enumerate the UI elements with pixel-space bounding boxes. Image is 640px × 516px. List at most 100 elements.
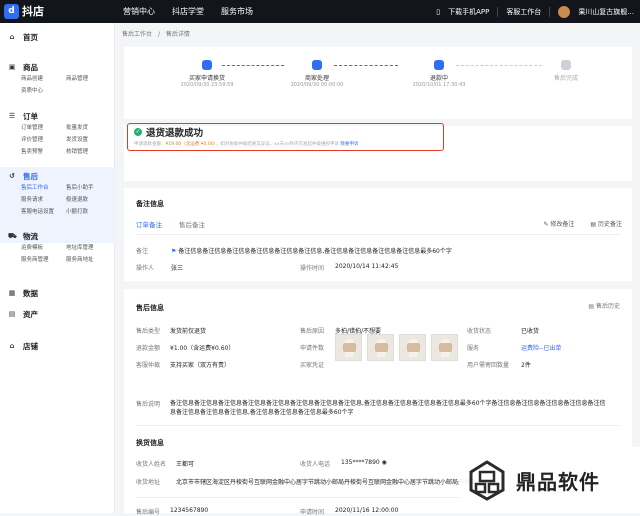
- refund-amount: ¥19.00（含运费 ¥0.00）: [165, 142, 216, 147]
- proof-image[interactable]: [431, 334, 458, 361]
- logo[interactable]: d 抖店: [4, 3, 44, 19]
- nav-marketing[interactable]: 营销中心: [123, 6, 155, 17]
- sidebar-item-label: 店铺: [23, 341, 38, 351]
- step-title: 买家申请换货: [188, 75, 225, 82]
- refund-icon: [434, 60, 444, 70]
- sidebar-item-phone-settings[interactable]: 客服电话设置: [21, 207, 66, 215]
- sidebar-group-goods: ▣ 商品 商品创建 商品管理 资质中心: [0, 60, 121, 95]
- refund-label: 申请退款金额：: [134, 142, 166, 147]
- sidebar-item-sale-alert[interactable]: 售卖预警: [21, 147, 66, 155]
- chart-icon: ▦: [8, 289, 16, 297]
- step-title: 售后完成: [553, 75, 578, 82]
- sidebar-item-address-library[interactable]: 地址库管理: [66, 243, 121, 251]
- proof-image[interactable]: [399, 334, 426, 361]
- sidebar-assets[interactable]: ▤ 资产: [0, 307, 38, 321]
- sidebar-head-logistics[interactable]: ⛟ 物流: [8, 229, 121, 243]
- section-divider: [136, 425, 620, 426]
- sidebar-group-logistics: ⛟ 物流 运费模板 地址库管理 服务商管理 服务商地址: [0, 229, 121, 264]
- proof-label: 买家凭证: [300, 362, 325, 369]
- sidebar-item-verify[interactable]: 核销管理: [66, 147, 121, 155]
- notes-actions: ✎ 修改备注 ▤ 历史备注: [543, 219, 622, 228]
- avatar[interactable]: [558, 5, 571, 18]
- step-done: 售后完成: [521, 60, 611, 82]
- sidebar-item-aftersale-helper[interactable]: 售后小助手: [66, 183, 121, 191]
- breadcrumb: 售后工作台 / 售后详情: [122, 29, 190, 38]
- sidebar-item-provider-manage[interactable]: 服务商管理: [21, 255, 66, 263]
- sidebar-item-service-request[interactable]: 服务请求: [21, 195, 66, 203]
- divider: [497, 6, 499, 17]
- sidebar-head-goods[interactable]: ▣ 商品: [8, 60, 121, 74]
- remark-value: ⚑ 备注信息备注信息备注信息备注信息备注信息备注信息,备注信息备注信息备注信息备…: [171, 246, 452, 255]
- user-icon: [202, 60, 212, 70]
- truck-icon: ⛟: [8, 232, 17, 240]
- step-title: 商家处理: [304, 75, 329, 82]
- sidebar-item-fast-refund[interactable]: 极速退款: [66, 195, 121, 203]
- receive-value: 已收货: [521, 328, 540, 335]
- status-card: ✓ 退货退款成功 申请退款金额：¥19.00（含运费 ¥0.00），如对协助仲裁结…: [124, 123, 632, 181]
- nav-market[interactable]: 服务市场: [221, 6, 253, 17]
- aftersale-history-button[interactable]: ▤ 售后历史: [588, 301, 620, 310]
- arbitration-label: 客服仲裁: [136, 362, 161, 369]
- sidebar-item-goods-manage[interactable]: 商品管理: [66, 74, 121, 82]
- eye-icon[interactable]: ◉: [382, 459, 387, 466]
- breadcrumb-parent[interactable]: 售后工作台: [122, 31, 152, 38]
- step-date: 2020/10/01 17:30:43: [412, 82, 466, 88]
- sidebar-item-freight-template[interactable]: 运费模板: [21, 243, 66, 251]
- optime-value: 2020/10/14 11:42:45: [335, 263, 399, 270]
- sidebar-item-review[interactable]: 评价管理: [21, 135, 66, 143]
- wallet-icon: ▤: [8, 310, 16, 318]
- check-circle-icon: ✓: [134, 128, 142, 136]
- sidebar-item-small-payment[interactable]: 小额打款: [66, 207, 121, 215]
- home-icon: ⌂: [9, 33, 15, 41]
- sidebar-item-order-manage[interactable]: 订单管理: [21, 123, 66, 131]
- sidebar-item-qualification[interactable]: 资质中心: [21, 86, 66, 94]
- status-title: ✓ 退货退款成功: [134, 125, 203, 139]
- sidebar-data[interactable]: ▦ 数据: [0, 286, 38, 300]
- proof-image[interactable]: [367, 334, 394, 361]
- sidebar-home[interactable]: ⌂ 首页: [0, 30, 38, 44]
- sidebar-item-label: 数据: [23, 288, 38, 298]
- apply-time-label: 申请时间: [300, 509, 325, 516]
- sidebar-item-ship-settings[interactable]: 发货设置: [66, 135, 121, 143]
- tab-aftersale-notes[interactable]: 售后备注: [179, 219, 205, 235]
- operator-value: 张三: [171, 265, 184, 272]
- main-content: 售后工作台 / 售后详情 买家申请换货 2020/09/30 23:59:59 商…: [115, 23, 640, 516]
- count-label: 申请件数: [300, 345, 325, 352]
- amount-value: ¥1.00（含运费¥0.60）: [170, 345, 235, 352]
- nav-academy[interactable]: 抖店学堂: [172, 6, 204, 17]
- sidebar-head-aftersale[interactable]: ↺ 售后: [8, 169, 121, 183]
- optime-label: 操作时间: [300, 265, 325, 272]
- shop-name[interactable]: 果川山复古旗舰...: [578, 7, 634, 17]
- sidebar-item-label: 物流: [23, 231, 38, 241]
- history-notes-button[interactable]: ▤ 历史备注: [590, 219, 622, 228]
- edit-notes-button[interactable]: ✎ 修改备注: [543, 219, 574, 228]
- top-right: ▯ 下载手机APP 客服工作台 果川山复古旗舰...: [436, 0, 640, 23]
- sidebar-item-batch-ship[interactable]: 批量发货: [66, 123, 121, 131]
- sidebar-item-provider-address[interactable]: 服务商地址: [66, 255, 121, 263]
- tab-order-notes[interactable]: 订单备注: [136, 219, 162, 235]
- receiver-phone-value: 135****7890 ◉: [341, 459, 387, 466]
- button-label: 历史备注: [597, 221, 622, 228]
- proof-image[interactable]: [335, 334, 362, 361]
- return-count-label: 用户需寄回数量: [467, 362, 510, 369]
- sidebar-head-orders[interactable]: ☰ 订单: [8, 109, 121, 123]
- progress-steps: 买家申请换货 2020/09/30 23:59:59 商家处理 2020/09/30…: [124, 47, 632, 119]
- sidebar-item-aftersale-workbench[interactable]: 售后工作台: [21, 183, 66, 191]
- sidebar-item-label: 资产: [23, 309, 38, 319]
- button-label: 售后历史: [595, 303, 620, 310]
- receive-label: 收货状态: [467, 328, 492, 335]
- service-label: 服务: [467, 345, 480, 352]
- service-link[interactable]: 运费险--已出单: [521, 343, 561, 352]
- sidebar-item-label: 商品: [23, 62, 38, 72]
- notes-card: 备注信息 订单备注 售后备注 ✎ 修改备注 ▤ 历史备注 备注 ⚑ 备注信息备注…: [124, 188, 632, 281]
- done-icon: [561, 60, 571, 70]
- watermark-text: 鼎品软件: [516, 469, 600, 494]
- download-app-link[interactable]: 下载手机APP: [448, 7, 489, 17]
- tab-divider: [136, 234, 620, 235]
- sidebar-item-goods-create[interactable]: 商品创建: [21, 74, 66, 82]
- workbench-link[interactable]: 客服工作台: [506, 7, 541, 17]
- appeal-link[interactable]: 我要申诉: [340, 142, 358, 147]
- desc-label: 售后说明: [136, 401, 161, 408]
- sidebar-store[interactable]: ⌂ 店铺: [0, 339, 38, 353]
- phone-text: 135****7890: [341, 459, 380, 466]
